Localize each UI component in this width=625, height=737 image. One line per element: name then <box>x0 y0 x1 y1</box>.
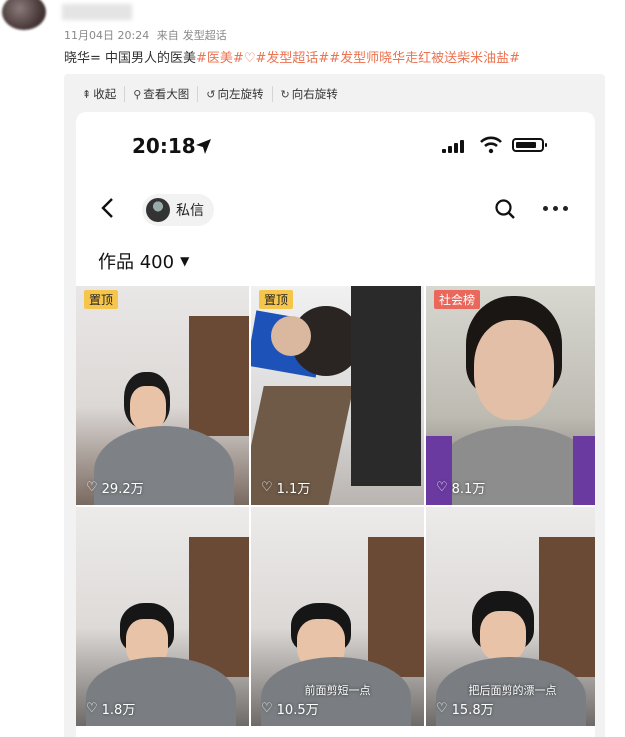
post-text: 晓华= 中国男人的医美#医美#♡#发型超话##发型师晓华走红被送柴米油盐# <box>64 47 520 66</box>
post-text-main: 晓华= 中国男人的医美 <box>64 51 197 66</box>
like-count: ♡ 1.1万 <box>261 480 311 497</box>
source-prefix: 来自 <box>156 29 179 42</box>
phone-screenshot[interactable]: 20:18 私信 作品 400 ▼ 置顶 ♡ 29.2万 置顶 ♡ 1.1万 社… <box>76 112 595 737</box>
rotate-right-button[interactable]: ↻ 向右旋转 <box>273 86 346 102</box>
magnifier-icon: ⚲ <box>133 87 142 101</box>
heart-outline-icon: ♡ <box>436 701 448 716</box>
video-thumb-6[interactable]: 把后面剪的漂一点 ♡ 15.8万 <box>426 507 595 726</box>
heart-outline-icon: ♡ <box>261 480 273 495</box>
video-caption: 把后面剪的漂一点 <box>468 684 557 697</box>
location-arrow-icon <box>196 139 211 154</box>
tag-link-1[interactable]: #医美# <box>196 51 244 66</box>
search-icon[interactable] <box>494 198 516 220</box>
video-grid: 置顶 ♡ 29.2万 置顶 ♡ 1.1万 社会榜 ♡ 8.1万 ♡ 1.8万 前… <box>76 286 595 737</box>
post-meta: 11月04日 20:24 来自 发型超话 <box>64 27 231 43</box>
wifi-icon <box>480 136 502 154</box>
view-large-button[interactable]: ⚲ 查看大图 <box>125 86 199 102</box>
video-thumb-1[interactable]: 置顶 ♡ 29.2万 <box>76 286 249 505</box>
tag-link-3[interactable]: #发型师晓华走红被送柴米油盐# <box>329 51 520 66</box>
source-link[interactable]: 发型超话 <box>183 29 227 42</box>
works-count: 作品 400 <box>98 252 175 273</box>
rotate-left-button[interactable]: ↺ 向左旋转 <box>198 86 273 102</box>
thumb-image-1 <box>76 286 249 505</box>
rotate-right-icon: ↻ <box>280 87 290 101</box>
post-date: 11月04日 20:24 <box>64 29 150 42</box>
like-count: ♡ 8.1万 <box>436 480 486 497</box>
collapse-button[interactable]: ⇞ 收起 <box>82 86 126 102</box>
signal-icon <box>442 140 464 153</box>
video-thumb-2[interactable]: 置顶 ♡ 1.1万 <box>251 286 424 505</box>
pinned-badge: 置顶 <box>84 290 119 309</box>
media-panel: ⇞ 收起 ⚲ 查看大图 ↺ 向左旋转 ↻ 向右旋转 20:18 私信 作品 400 ▼ <box>64 74 605 737</box>
video-caption: 前面剪短一点 <box>304 684 371 697</box>
dm-avatar <box>146 198 170 222</box>
caret-down-icon: ▼ <box>180 254 190 268</box>
status-time: 20:18 <box>132 134 196 158</box>
collapse-icon: ⇞ <box>82 87 92 101</box>
heart-outline-icon: ♡ <box>436 480 448 495</box>
heart-outline-icon: ♡ <box>86 701 98 716</box>
heart-outline-icon: ♡ <box>86 480 98 495</box>
thumb-image-3 <box>426 286 595 505</box>
dm-label: 私信 <box>176 203 204 219</box>
pinned-badge: 置顶 <box>259 290 294 309</box>
user-avatar[interactable] <box>2 0 46 30</box>
dm-button[interactable]: 私信 <box>142 194 214 226</box>
back-icon[interactable] <box>98 196 118 220</box>
like-count: ♡ 15.8万 <box>436 701 494 718</box>
heart-outline-icon: ♡ <box>261 701 273 716</box>
trending-badge: 社会榜 <box>434 290 481 309</box>
thumb-image-4 <box>76 507 249 726</box>
heart-diamond-icon: ♡ <box>243 51 256 66</box>
username-blurred[interactable] <box>62 4 132 20</box>
more-icon[interactable] <box>543 206 568 211</box>
rotate-left-icon: ↺ <box>206 87 216 101</box>
video-thumb-5[interactable]: 前面剪短一点 ♡ 10.5万 <box>251 507 424 726</box>
battery-icon <box>512 138 547 152</box>
like-count: ♡ 1.8万 <box>86 701 136 718</box>
video-thumb-3[interactable]: 社会榜 ♡ 8.1万 <box>426 286 595 505</box>
image-toolbar: ⇞ 收起 ⚲ 查看大图 ↺ 向左旋转 ↻ 向右旋转 <box>82 86 346 102</box>
works-filter[interactable]: 作品 400 ▼ <box>98 248 189 274</box>
video-thumb-4[interactable]: ♡ 1.8万 <box>76 507 249 726</box>
like-count: ♡ 10.5万 <box>261 701 319 718</box>
thumb-image-2 <box>251 286 424 505</box>
tag-link-2[interactable]: #发型超话# <box>255 51 329 66</box>
like-count: ♡ 29.2万 <box>86 480 144 497</box>
